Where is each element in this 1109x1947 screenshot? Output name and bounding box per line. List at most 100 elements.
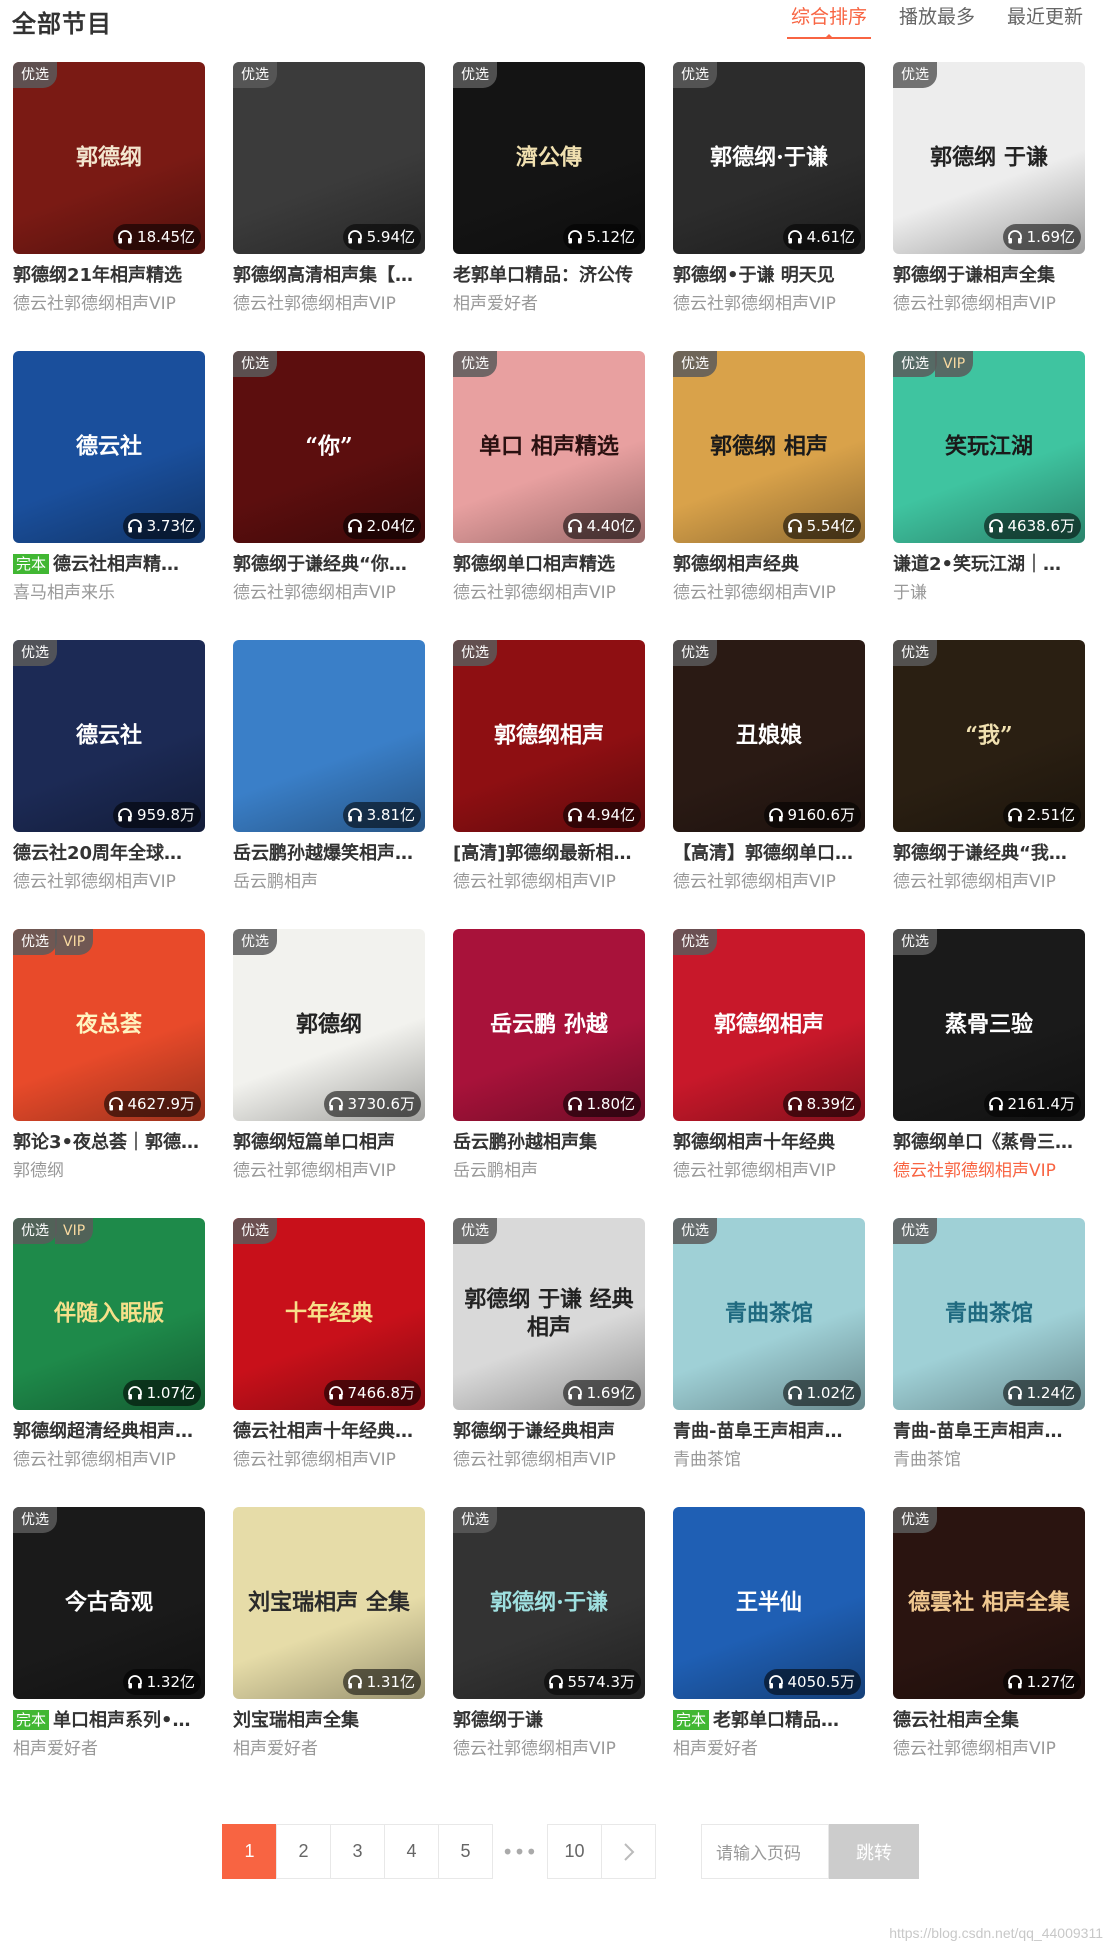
- album-title[interactable]: 郭德纲于谦: [453, 1708, 645, 1734]
- album-author[interactable]: 德云社郭德纲相声VIP: [453, 1448, 645, 1472]
- album-author[interactable]: 德云社郭德纲相声VIP: [13, 1448, 205, 1472]
- album-title[interactable]: 郭德纲21年相声精选: [13, 263, 205, 289]
- album-cover[interactable]: 郭德纲相声 优选 8.39亿: [673, 929, 865, 1121]
- album-title[interactable]: 完本 单口相声系列•…: [13, 1708, 205, 1734]
- album-author[interactable]: 德云社郭德纲相声VIP: [13, 292, 205, 316]
- album-author[interactable]: 德云社郭德纲相声VIP: [233, 581, 425, 605]
- album-title[interactable]: 青曲-苗阜王声相声…: [673, 1419, 865, 1445]
- album-cover[interactable]: 郭德纲 优选 3730.6万: [233, 929, 425, 1121]
- album-title[interactable]: 刘宝瑞相声全集: [233, 1708, 425, 1734]
- album-cover[interactable]: 伴随入眠版 优选 VIP 1.07亿: [13, 1218, 205, 1410]
- page-number-input[interactable]: 请输入页码: [701, 1824, 829, 1879]
- album-cover[interactable]: 郭德纲 于谦 优选 1.69亿: [893, 62, 1085, 254]
- album-title[interactable]: [高清]郭德纲最新相…: [453, 841, 645, 867]
- album-author[interactable]: 德云社郭德纲相声VIP: [233, 1159, 425, 1183]
- album-cover[interactable]: 濟公傳 优选 5.12亿: [453, 62, 645, 254]
- album-author[interactable]: 德云社郭德纲相声VIP: [453, 870, 645, 894]
- album-title[interactable]: 郭德纲于谦相声全集: [893, 263, 1085, 289]
- album-cover[interactable]: “你” 优选 2.04亿: [233, 351, 425, 543]
- page-last-button[interactable]: 10: [547, 1824, 602, 1879]
- album-cover[interactable]: 郭德纲 于谦 经典相声 优选 1.69亿: [453, 1218, 645, 1410]
- album-cover[interactable]: 单口 相声精选 优选 4.40亿: [453, 351, 645, 543]
- album-author[interactable]: 德云社郭德纲相声VIP: [673, 870, 865, 894]
- album-author[interactable]: 德云社郭德纲相声VIP: [893, 1159, 1085, 1183]
- album-title[interactable]: 岳云鹏孙越相声集: [453, 1130, 645, 1156]
- page-5-button[interactable]: 5: [438, 1824, 493, 1879]
- album-title[interactable]: 郭论3•夜总荟｜郭德…: [13, 1130, 205, 1156]
- album-title[interactable]: 郭德纲•于谦 明天见: [673, 263, 865, 289]
- album-cover[interactable]: 德云社 优选 959.8万: [13, 640, 205, 832]
- album-author[interactable]: 相声爱好者: [233, 1737, 425, 1761]
- album-author[interactable]: 于谦: [893, 581, 1085, 605]
- album-cover[interactable]: 刘宝瑞相声 全集 1.31亿: [233, 1507, 425, 1699]
- album-cover[interactable]: 岳云鹏 孙越 1.80亿: [453, 929, 645, 1121]
- album-title[interactable]: 郭德纲短篇单口相声: [233, 1130, 425, 1156]
- album-title[interactable]: 郭德纲相声经典: [673, 552, 865, 578]
- album-cover[interactable]: “我” 优选 2.51亿: [893, 640, 1085, 832]
- sort-tab-comprehensive[interactable]: 综合排序: [786, 2, 871, 39]
- album-title[interactable]: 郭德纲单口相声精选: [453, 552, 645, 578]
- album-title[interactable]: 郭德纲相声十年经典: [673, 1130, 865, 1156]
- album-cover[interactable]: 郭德纲 优选 18.45亿: [13, 62, 205, 254]
- album-author[interactable]: 德云社郭德纲相声VIP: [893, 870, 1085, 894]
- album-author[interactable]: 青曲茶馆: [893, 1448, 1085, 1472]
- album-title[interactable]: 【高清】郭德纲单口…: [673, 841, 865, 867]
- album-cover[interactable]: 德云社 3.73亿: [13, 351, 205, 543]
- album-title[interactable]: 德云社相声全集: [893, 1708, 1085, 1734]
- album-cover[interactable]: 青曲茶馆 优选 1.24亿: [893, 1218, 1085, 1410]
- album-cover[interactable]: 郭德纲 相声 优选 5.54亿: [673, 351, 865, 543]
- album-title[interactable]: 郭德纲单口《蒸骨三…: [893, 1130, 1085, 1156]
- sort-tab-most-played[interactable]: 播放最多: [895, 2, 979, 39]
- album-author[interactable]: 德云社郭德纲相声VIP: [673, 1159, 865, 1183]
- album-cover[interactable]: 蒸骨三验 优选 2161.4万: [893, 929, 1085, 1121]
- page-4-button[interactable]: 4: [384, 1824, 439, 1879]
- album-author[interactable]: 郭德纲: [13, 1159, 205, 1183]
- album-title[interactable]: 完本 老郭单口精品…: [673, 1708, 865, 1734]
- album-author[interactable]: 德云社郭德纲相声VIP: [13, 870, 205, 894]
- album-author[interactable]: 相声爱好者: [453, 292, 645, 316]
- album-title[interactable]: 郭德纲于谦经典“你…: [233, 552, 425, 578]
- album-cover[interactable]: 王半仙 4050.5万: [673, 1507, 865, 1699]
- album-cover[interactable]: 丑娘娘 优选 9160.6万: [673, 640, 865, 832]
- album-author[interactable]: 德云社郭德纲相声VIP: [673, 581, 865, 605]
- album-cover[interactable]: 郭德纲·于谦 优选 4.61亿: [673, 62, 865, 254]
- page-3-button[interactable]: 3: [330, 1824, 385, 1879]
- album-cover[interactable]: 十年经典 优选 7466.8万: [233, 1218, 425, 1410]
- album-title[interactable]: 德云社相声十年经典…: [233, 1419, 425, 1445]
- album-author[interactable]: 德云社郭德纲相声VIP: [453, 581, 645, 605]
- album-author[interactable]: 青曲茶馆: [673, 1448, 865, 1472]
- album-author[interactable]: 德云社郭德纲相声VIP: [893, 292, 1085, 316]
- album-author[interactable]: 相声爱好者: [673, 1737, 865, 1761]
- album-author[interactable]: 岳云鹏相声: [453, 1159, 645, 1183]
- album-title[interactable]: 郭德纲于谦经典相声: [453, 1419, 645, 1445]
- album-title[interactable]: 岳云鹏孙越爆笑相声…: [233, 841, 425, 867]
- album-author[interactable]: 德云社郭德纲相声VIP: [893, 1737, 1085, 1761]
- album-title[interactable]: 完本 德云社相声精…: [13, 552, 205, 578]
- album-author[interactable]: 德云社郭德纲相声VIP: [673, 292, 865, 316]
- album-title[interactable]: 青曲-苗阜王声相声…: [893, 1419, 1085, 1445]
- album-author[interactable]: 相声爱好者: [13, 1737, 205, 1761]
- album-title[interactable]: 德云社20周年全球…: [13, 841, 205, 867]
- sort-tab-recently-updated[interactable]: 最近更新: [1003, 2, 1087, 39]
- album-author[interactable]: 喜马相声来乐: [13, 581, 205, 605]
- next-page-button[interactable]: [601, 1824, 656, 1879]
- album-title[interactable]: 郭德纲于谦经典“我…: [893, 841, 1085, 867]
- album-author[interactable]: 德云社郭德纲相声VIP: [233, 1448, 425, 1472]
- jump-button[interactable]: 跳转: [829, 1824, 919, 1879]
- album-author[interactable]: 德云社郭德纲相声VIP: [453, 1737, 645, 1761]
- album-cover[interactable]: 笑玩江湖 优选 VIP 4638.6万: [893, 351, 1085, 543]
- album-title[interactable]: 郭德纲高清相声集【…: [233, 263, 425, 289]
- album-author[interactable]: 德云社郭德纲相声VIP: [233, 292, 425, 316]
- page-1-button[interactable]: 1: [222, 1824, 277, 1879]
- album-cover[interactable]: 青曲茶馆 优选 1.02亿: [673, 1218, 865, 1410]
- album-cover[interactable]: 3.81亿: [233, 640, 425, 832]
- album-title[interactable]: 老郭单口精品：济公传: [453, 263, 645, 289]
- album-author[interactable]: 岳云鹏相声: [233, 870, 425, 894]
- album-cover[interactable]: 夜总荟 优选 VIP 4627.9万: [13, 929, 205, 1121]
- album-title[interactable]: 谦道2•笑玩江湖｜…: [893, 552, 1085, 578]
- album-title[interactable]: 郭德纲超清经典相声…: [13, 1419, 205, 1445]
- album-cover[interactable]: 优选 5.94亿: [233, 62, 425, 254]
- album-cover[interactable]: 郭德纲·于谦 优选 5574.3万: [453, 1507, 645, 1699]
- page-2-button[interactable]: 2: [276, 1824, 331, 1879]
- album-cover[interactable]: 郭德纲相声 优选 4.94亿: [453, 640, 645, 832]
